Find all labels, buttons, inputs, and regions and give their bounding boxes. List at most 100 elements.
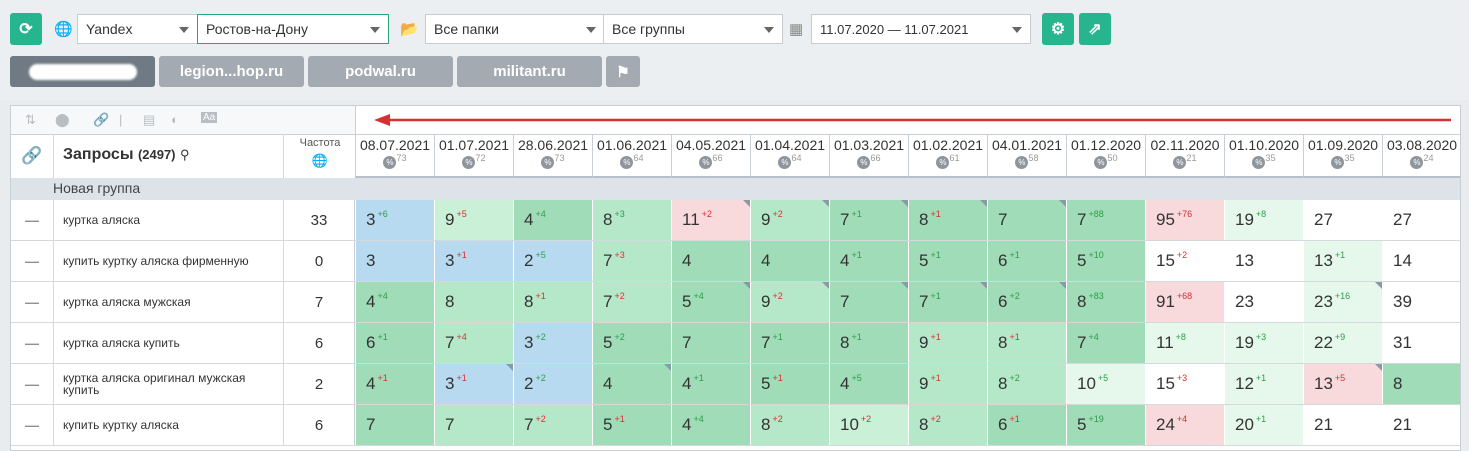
position-cell[interactable]: 3 +1	[434, 364, 513, 404]
position-cell[interactable]: 21	[1303, 405, 1382, 445]
position-cell[interactable]: 12 +1	[1224, 364, 1303, 404]
position-cell[interactable]: 7 +3	[592, 241, 671, 281]
search-icon[interactable]: ⚲	[180, 147, 190, 162]
position-cell[interactable]: 15 +3	[1145, 364, 1224, 404]
date-column-header[interactable]: 01.04.2021% 64	[750, 134, 829, 178]
position-cell[interactable]: 8 +3	[592, 200, 671, 240]
date-column-header[interactable]: 01.07.2021% 72	[434, 134, 513, 178]
group-row[interactable]: Новая группа	[11, 178, 1460, 200]
position-cell[interactable]: 20 +1	[1224, 405, 1303, 445]
query-text[interactable]: куртка аляска мужская	[53, 282, 283, 322]
tab-site-2[interactable]: podwal.ru	[308, 56, 453, 87]
position-cell[interactable]: 91 +68	[1145, 282, 1224, 322]
row-menu-button[interactable]: —	[11, 241, 54, 281]
position-cell[interactable]: 15 +2	[1145, 241, 1224, 281]
position-cell[interactable]: 7	[829, 282, 908, 322]
position-cell[interactable]: 6 +1	[987, 405, 1066, 445]
flag-button[interactable]: ⚑	[606, 56, 640, 87]
position-cell[interactable]: 11 +8	[1145, 323, 1224, 363]
position-cell[interactable]: 7 +1	[829, 200, 908, 240]
position-cell[interactable]: 4 +1	[671, 364, 750, 404]
position-cell[interactable]: 4	[592, 364, 671, 404]
position-cell[interactable]: 7	[671, 323, 750, 363]
link-icon[interactable]: 🔗	[93, 112, 109, 128]
position-cell[interactable]: 5 +10	[1066, 241, 1145, 281]
date-column-header[interactable]: 04.05.2021% 66	[671, 134, 750, 178]
position-cell[interactable]: 8 +2	[750, 405, 829, 445]
tab-hidden-site[interactable]	[10, 56, 155, 87]
frequency-header[interactable]: Частота 🌐	[283, 134, 356, 178]
position-cell[interactable]: 6 +1	[355, 323, 434, 363]
sort-icon[interactable]: ⇅	[25, 112, 36, 128]
date-range-select[interactable]: 11.07.2020 — 11.07.2021	[811, 14, 1031, 44]
position-cell[interactable]: 9 +5	[434, 200, 513, 240]
position-cell[interactable]: 3	[355, 241, 434, 281]
position-cell[interactable]: 8 +1	[987, 323, 1066, 363]
query-text[interactable]: куртка аляска оригинал мужская купить	[53, 364, 283, 404]
groups-select[interactable]: Все группы	[603, 14, 783, 44]
row-menu-button[interactable]: —	[11, 200, 54, 240]
position-cell[interactable]: 8 +1	[829, 323, 908, 363]
refresh-button[interactable]: ⟳	[10, 13, 42, 45]
position-cell[interactable]: 5 +1	[908, 241, 987, 281]
date-column-header[interactable]: 01.10.2020% 35	[1224, 134, 1303, 178]
calc-icon[interactable]: ▤	[143, 112, 155, 128]
position-cell[interactable]: 13 +5	[1303, 364, 1382, 404]
position-cell[interactable]: 3 +1	[434, 241, 513, 281]
position-cell[interactable]: 8 +2	[987, 364, 1066, 404]
position-cell[interactable]: 7 +1	[908, 282, 987, 322]
position-cell[interactable]: 3 +6	[355, 200, 434, 240]
position-cell[interactable]: 5 +1	[750, 364, 829, 404]
position-cell[interactable]: 7 +2	[592, 282, 671, 322]
contrast-icon[interactable]: ◐	[171, 112, 179, 127]
position-cell[interactable]: 4 +4	[671, 405, 750, 445]
position-cell[interactable]: 8	[1382, 364, 1460, 404]
row-menu-button[interactable]: —	[11, 364, 54, 404]
engine-select[interactable]: Yandex	[77, 14, 198, 44]
row-menu-button[interactable]: —	[11, 323, 54, 363]
folders-select[interactable]: Все папки	[425, 14, 605, 44]
link-column-icon[interactable]: 🔗	[11, 134, 54, 178]
position-cell[interactable]: 4 +5	[829, 364, 908, 404]
position-cell[interactable]: 31	[1382, 323, 1460, 363]
date-column-header[interactable]: 01.09.2020% 35	[1303, 134, 1382, 178]
position-cell[interactable]: 4	[750, 241, 829, 281]
position-cell[interactable]: 9 +2	[750, 282, 829, 322]
date-column-header[interactable]: 01.06.2021% 64	[592, 134, 671, 178]
font-size-icon[interactable]: Aa	[201, 112, 218, 123]
position-cell[interactable]: 4	[671, 241, 750, 281]
position-cell[interactable]: 7 +88	[1066, 200, 1145, 240]
position-cell[interactable]: 4 +1	[829, 241, 908, 281]
position-cell[interactable]: 5 +2	[592, 323, 671, 363]
position-cell[interactable]: 7 +4	[1066, 323, 1145, 363]
position-cell[interactable]: 7	[987, 200, 1066, 240]
position-cell[interactable]: 6 +1	[987, 241, 1066, 281]
date-column-header[interactable]: 01.02.2021% 61	[908, 134, 987, 178]
position-cell[interactable]: 5 +1	[592, 405, 671, 445]
toggle-icon[interactable]: ⬤	[55, 112, 70, 128]
position-cell[interactable]: 19 +3	[1224, 323, 1303, 363]
position-cell[interactable]: 5 +4	[671, 282, 750, 322]
position-cell[interactable]: 23 +16	[1303, 282, 1382, 322]
position-cell[interactable]: 4 +4	[513, 200, 592, 240]
tab-site-1[interactable]: legion...hop.ru	[159, 56, 304, 87]
date-column-header[interactable]: 01.03.2021% 66	[829, 134, 908, 178]
position-cell[interactable]: 95 +76	[1145, 200, 1224, 240]
position-cell[interactable]: 10 +2	[829, 405, 908, 445]
position-cell[interactable]: 8 +1	[908, 200, 987, 240]
query-text[interactable]: купить куртку аляска фирменную	[53, 241, 283, 281]
region-select[interactable]: Ростов-на-Дону	[197, 14, 389, 44]
position-cell[interactable]: 9 +1	[908, 364, 987, 404]
position-cell[interactable]: 24 +4	[1145, 405, 1224, 445]
position-cell[interactable]: 9 +2	[750, 200, 829, 240]
position-cell[interactable]: 9 +1	[908, 323, 987, 363]
date-column-header[interactable]: 03.08.2020% 24	[1382, 134, 1460, 178]
position-cell[interactable]: 7	[434, 405, 513, 445]
position-cell[interactable]: 7	[355, 405, 434, 445]
position-cell[interactable]: 7 +2	[513, 405, 592, 445]
query-text[interactable]: купить куртку аляска	[53, 405, 283, 445]
position-cell[interactable]: 23	[1224, 282, 1303, 322]
position-cell[interactable]: 4 +4	[355, 282, 434, 322]
position-cell[interactable]: 7 +1	[750, 323, 829, 363]
query-text[interactable]: куртка аляска купить	[53, 323, 283, 363]
